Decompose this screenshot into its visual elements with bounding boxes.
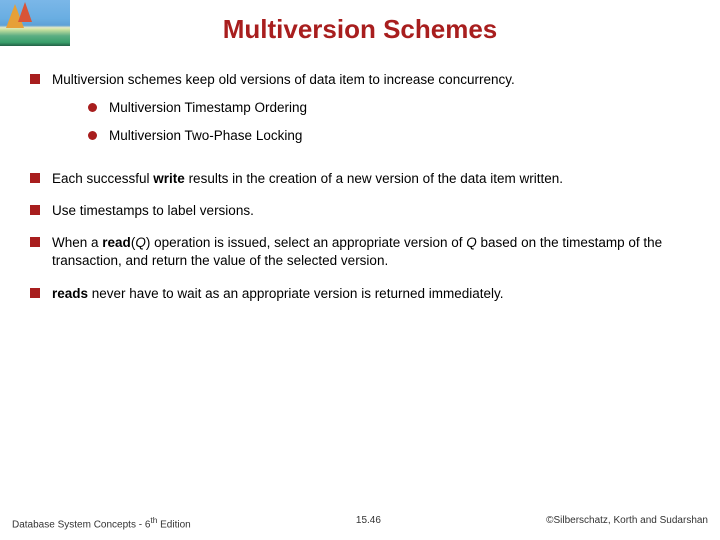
slide-footer: Database System Concepts - 6th Edition 1… <box>0 515 720 530</box>
bullet-level2: Multiversion Two-Phase Locking <box>88 127 680 145</box>
bullet-level1: Use timestamps to label versions. <box>30 202 680 220</box>
bullet-text: Multiversion Two-Phase Locking <box>109 127 680 145</box>
bullet-text: Use timestamps to label versions. <box>52 202 680 220</box>
slide-title: Multiversion Schemes <box>0 0 720 53</box>
bullet-level1: Each successful write results in the cre… <box>30 170 680 188</box>
bullet-text: Multiversion schemes keep old versions o… <box>52 72 515 87</box>
sail-icon <box>18 2 32 22</box>
footer-copyright: ©Silberschatz, Korth and Sudarshan <box>546 515 708 530</box>
sailboat-logo <box>0 0 70 46</box>
bullet-level1: reads never have to wait as an appropria… <box>30 285 680 303</box>
square-bullet-icon <box>30 205 40 215</box>
circle-bullet-icon <box>88 103 97 112</box>
slide-body: Multiversion schemes keep old versions o… <box>0 53 720 303</box>
footer-left: Database System Concepts - 6th Edition <box>12 515 191 530</box>
bullet-level1: When a read(Q) operation is issued, sele… <box>30 234 680 270</box>
square-bullet-icon <box>30 173 40 183</box>
bullet-text: reads never have to wait as an appropria… <box>52 285 680 303</box>
bullet-text: Each successful write results in the cre… <box>52 170 680 188</box>
square-bullet-icon <box>30 74 40 84</box>
bullet-text: Multiversion Timestamp Ordering <box>109 99 680 117</box>
bullet-level1: Multiversion schemes keep old versions o… <box>30 71 680 156</box>
circle-bullet-icon <box>88 131 97 140</box>
square-bullet-icon <box>30 237 40 247</box>
square-bullet-icon <box>30 288 40 298</box>
footer-slide-number: 15.46 <box>356 515 381 530</box>
bullet-level2: Multiversion Timestamp Ordering <box>88 99 680 117</box>
bullet-text: When a read(Q) operation is issued, sele… <box>52 234 680 270</box>
